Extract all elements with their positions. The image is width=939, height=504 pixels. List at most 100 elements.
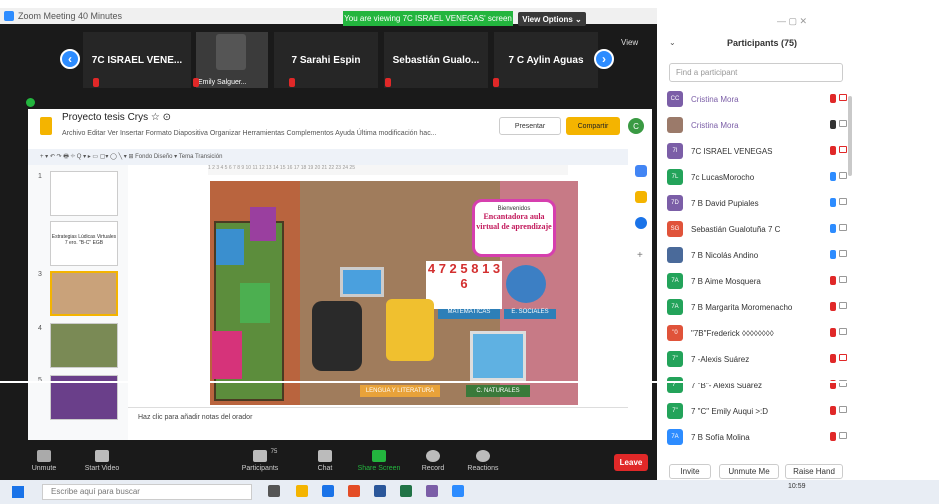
view-options-button[interactable]: View Options ⌄ [518, 12, 586, 26]
gallery-tile[interactable]: 7C ISRAEL VENE... [83, 32, 191, 88]
view-button[interactable]: View [621, 38, 638, 47]
slide-thumbnail-active[interactable] [50, 271, 118, 316]
gallery-tile[interactable]: Sebastián Gualo... [384, 32, 488, 88]
gallery-tile-name: 7 Sarahi Espin [291, 54, 361, 66]
gallery-tile-name: Sebastián Gualo... [392, 54, 480, 66]
file-explorer-icon[interactable] [296, 485, 308, 497]
record-button[interactable]: Record [405, 448, 461, 478]
user-avatar[interactable]: C [628, 118, 644, 134]
nature-image[interactable] [470, 331, 526, 381]
slide-filmstrip: 1 Estrategias Lúdicas Virtuales 7 ero. "… [28, 165, 128, 440]
muted-mic-icon [830, 406, 836, 415]
raise-hand-button[interactable]: Raise Hand [785, 464, 843, 479]
taskbar-search[interactable]: Escribe aquí para buscar [42, 484, 252, 500]
word-icon[interactable] [374, 485, 386, 497]
window-controls[interactable]: — ▢ ✕ [777, 16, 807, 27]
gallery-tile[interactable]: Emily Salguer... [196, 32, 268, 88]
find-participant-input[interactable]: Find a participant [669, 63, 843, 82]
video-icon [839, 276, 847, 283]
share-button[interactable]: Compartir [566, 117, 620, 135]
speaker-notes[interactable]: Haz clic para añadir notas del orador [128, 407, 628, 429]
book-image[interactable] [240, 283, 270, 323]
math-numbers-image[interactable]: 4 7 2 5 8 1 3 6 [426, 261, 502, 309]
math-label[interactable]: MATEMÁTICAS [438, 309, 500, 319]
globe-image[interactable] [506, 265, 546, 303]
muted-mic-icon [830, 94, 836, 103]
mic-icon [830, 250, 836, 259]
start-video-button[interactable]: Start Video [74, 448, 130, 478]
video-icon [839, 302, 847, 309]
participant-row[interactable]: 7A 7 B Aime Mosquera [667, 272, 847, 290]
participant-row[interactable]: 7A 7 B Sofía Molina [667, 428, 847, 446]
add-addon-icon[interactable]: + [637, 250, 643, 261]
mic-icon [830, 224, 836, 233]
participant-avatar: SG [667, 221, 683, 237]
chat-button[interactable]: Chat [297, 448, 353, 478]
present-button[interactable]: Presentar [499, 117, 561, 135]
slide-number: 4 [38, 325, 42, 332]
participant-name: 7C ISRAEL VENEGAS [691, 146, 773, 156]
chrome-icon[interactable] [348, 485, 360, 497]
task-view-icon[interactable] [268, 485, 280, 497]
book-image[interactable] [250, 207, 276, 241]
keep-icon[interactable] [635, 191, 647, 203]
excel-icon[interactable] [400, 485, 412, 497]
unmute-me-button[interactable]: Unmute Me [719, 464, 779, 479]
viewing-banner: You are viewing 7C ISRAEL VENEGAS' scree… [343, 11, 513, 26]
book-image[interactable] [212, 331, 242, 379]
invite-button[interactable]: Invite [669, 464, 711, 479]
participant-name: Cristina Mora [691, 94, 739, 104]
participant-avatar: CC [667, 91, 683, 107]
participant-row[interactable]: 7" 7 -Alexis Suárez [667, 350, 847, 368]
participant-row[interactable]: SG Sebastián Gualotuña 7 C [667, 220, 847, 238]
participant-row[interactable]: 7D 7 B David Pupiales [667, 194, 847, 212]
reactions-button[interactable]: Reactions [455, 448, 511, 478]
calendar-icon[interactable] [635, 165, 647, 177]
leave-button[interactable]: Leave [614, 454, 648, 471]
participant-status [830, 198, 847, 207]
app-icon[interactable] [426, 485, 438, 497]
zoom-taskbar-icon[interactable] [452, 485, 464, 497]
reading-character-image[interactable] [386, 299, 434, 361]
participant-row[interactable]: CC Cristina Mora [667, 90, 847, 108]
participants-button[interactable]: 75 Participants [232, 448, 288, 478]
slide-thumbnail[interactable]: Estrategias Lúdicas Virtuales 7 ero. "B-… [50, 221, 118, 266]
share-screen-button[interactable]: Share Screen [351, 448, 407, 478]
slides-menu-bar[interactable]: Archivo Editar Ver Insertar Formato Diap… [62, 130, 437, 137]
edge-icon[interactable] [322, 485, 334, 497]
slide-thumbnail[interactable] [50, 171, 118, 216]
slides-toolbar[interactable]: + ▾ ↶ ↷ 🖶 ⌖ Q ▾ ▸ ▭ ▢▾ ◯ ╲ ▾ ⊞ Fondo Dis… [28, 149, 628, 165]
control-label: Unmute [31, 465, 57, 472]
control-label: Share Screen [357, 465, 401, 472]
windows-start-icon[interactable] [12, 486, 24, 498]
participant-row[interactable]: 7L 7c LucasMorocho [667, 168, 847, 186]
participants-panel: — ▢ ✕ ⌄ Participants (75) Find a partici… [657, 8, 939, 480]
tasks-icon[interactable] [635, 217, 647, 229]
gallery-strip: 7C ISRAEL VENE... Emily Salguer... 7 Sar… [50, 32, 610, 88]
unmute-button[interactable]: Unmute [16, 448, 72, 478]
participant-name: 7 B Aime Mosquera [691, 276, 761, 286]
language-label[interactable]: LENGUA Y LITERATURA [360, 385, 440, 397]
gallery-next-arrow-icon[interactable]: › [594, 49, 614, 69]
reactions-icon [476, 450, 490, 462]
slide-number: 3 [38, 271, 42, 278]
participant-row[interactable]: 7I 7C ISRAEL VENEGAS [667, 142, 847, 160]
participant-avatar: 7" [667, 377, 683, 393]
participant-row[interactable]: Cristina Mora [667, 116, 847, 134]
participant-row[interactable]: 7" 7 "C" Emily Auqui >:D [667, 402, 847, 420]
side-panel-icons: + [632, 155, 652, 405]
ruler: 1 2 3 4 5 6 7 8 9 10 11 12 13 14 15 16 1… [208, 165, 568, 175]
document-title[interactable]: Proyecto tesis Crys ☆ ⊙ [62, 112, 171, 123]
video-icon [839, 172, 847, 179]
participant-row[interactable]: 7" 7 "B"- Alexis Suárez [667, 376, 847, 394]
participant-row[interactable]: 7 B Nicolás Andino [667, 246, 847, 264]
social-studies-label[interactable]: E. SOCIALES [504, 309, 556, 319]
mic-icon [830, 172, 836, 181]
book-image[interactable] [216, 229, 244, 265]
natural-sciences-label[interactable]: C. NATURALES [466, 385, 530, 397]
participant-row[interactable]: 7A 7 B Margarita Moromenacho [667, 298, 847, 316]
participant-row[interactable]: "0 "7B"Frederick ◊◊◊◊◊◊◊◊ [667, 324, 847, 342]
gallery-tile[interactable]: 7 C Aylin Aguas [494, 32, 598, 88]
slide-thumbnail[interactable] [50, 323, 118, 368]
mic-icon [37, 450, 51, 462]
